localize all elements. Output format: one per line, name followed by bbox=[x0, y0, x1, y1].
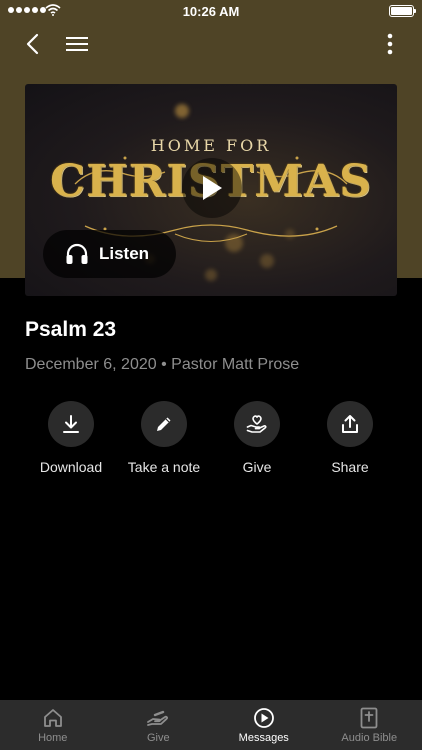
take-note-circle bbox=[141, 401, 187, 447]
tab-audio-bible-label: Audio Bible bbox=[341, 732, 398, 744]
tab-home[interactable]: Home bbox=[0, 700, 106, 750]
share-button[interactable]: Share bbox=[300, 401, 400, 475]
give-label: Give bbox=[242, 459, 272, 475]
download-label: Download bbox=[39, 459, 103, 475]
tab-messages[interactable]: Messages bbox=[211, 700, 317, 750]
download-circle bbox=[48, 401, 94, 447]
status-bar: 10:26 AM bbox=[0, 0, 422, 22]
message-meta: December 6, 2020 • Pastor Matt Prose bbox=[25, 356, 299, 374]
give-circle bbox=[234, 401, 280, 447]
pencil-icon bbox=[157, 417, 171, 431]
listen-button[interactable]: Listen bbox=[43, 230, 176, 278]
headphones-icon bbox=[66, 243, 88, 264]
message-date: December 6, 2020 bbox=[25, 356, 157, 373]
chevron-left-icon bbox=[26, 33, 39, 55]
give-button[interactable]: Give bbox=[207, 401, 307, 475]
more-options-button[interactable] bbox=[376, 30, 404, 58]
take-note-button[interactable]: Take a note bbox=[114, 401, 214, 475]
download-icon bbox=[63, 415, 79, 433]
share-circle bbox=[327, 401, 373, 447]
heart-hand-icon bbox=[246, 415, 267, 433]
sermon-artwork: HOME FOR CHRISTMAS Listen bbox=[25, 84, 397, 296]
more-vertical-icon bbox=[387, 33, 393, 55]
bottom-tab-bar: Home Give Messages Audio Bible bbox=[0, 700, 422, 750]
play-circle-icon bbox=[253, 708, 274, 728]
status-time: 10:26 AM bbox=[182, 4, 240, 19]
tab-give-label: Give bbox=[146, 732, 170, 744]
bible-icon bbox=[360, 707, 378, 729]
listen-label: Listen bbox=[99, 244, 150, 263]
tab-home-label: Home bbox=[38, 732, 68, 744]
download-button[interactable]: Download bbox=[21, 401, 121, 475]
message-speaker: Pastor Matt Prose bbox=[171, 356, 300, 373]
play-button[interactable] bbox=[182, 158, 242, 218]
tab-give[interactable]: Give bbox=[106, 700, 212, 750]
share-label: Share bbox=[331, 459, 369, 475]
share-icon bbox=[342, 415, 358, 433]
hamburger-menu-icon bbox=[66, 37, 88, 51]
meta-separator: • bbox=[161, 356, 167, 373]
home-icon bbox=[43, 709, 62, 727]
back-button[interactable] bbox=[18, 30, 46, 58]
give-hand-icon bbox=[147, 710, 169, 726]
tab-audio-bible[interactable]: Audio Bible bbox=[317, 700, 422, 750]
tab-messages-label: Messages bbox=[238, 732, 289, 744]
play-icon bbox=[203, 176, 222, 200]
artwork-subtitle: HOME FOR bbox=[150, 136, 272, 155]
menu-button[interactable] bbox=[62, 30, 92, 58]
take-note-label: Take a note bbox=[127, 459, 201, 475]
message-title: Psalm 23 bbox=[25, 318, 117, 341]
battery-icon bbox=[389, 5, 416, 17]
